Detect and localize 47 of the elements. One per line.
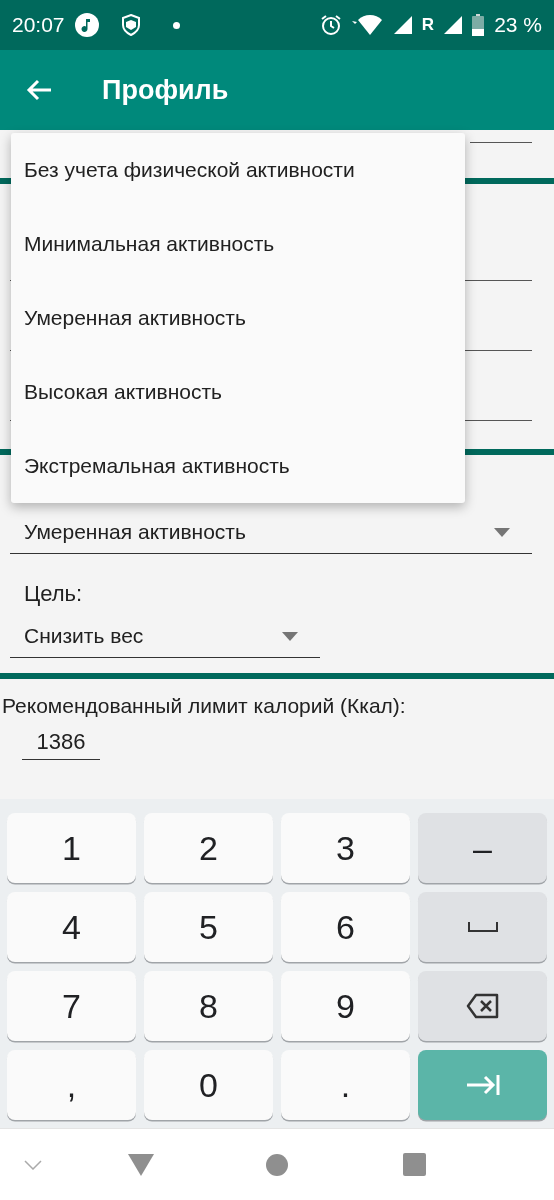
back-triangle-icon[interactable] [128,1153,154,1176]
backspace-key[interactable] [418,971,547,1041]
keyboard-key[interactable]: , [7,1050,136,1120]
keyboard-key[interactable]: 3 [281,813,410,883]
menu-item[interactable]: Минимальная активность [11,207,465,281]
keyboard-key[interactable]: 4 [7,892,136,962]
keyboard-key[interactable]: 9 [281,971,410,1041]
wifi-icon [351,14,384,36]
screen-title: Профиль [102,74,229,106]
menu-item[interactable]: Высокая активность [11,355,465,429]
keyboard-key[interactable]: 0 [144,1050,273,1120]
shield-icon [120,14,141,36]
keyboard-key[interactable]: 8 [144,971,273,1041]
roaming-indicator: R [421,15,435,35]
battery-icon [472,14,485,36]
activity-dropdown[interactable]: Умеренная активность [10,511,532,554]
calorie-value-field[interactable]: 1386 [22,724,100,760]
recents-square-icon[interactable] [402,1153,426,1176]
keyboard-key[interactable]: . [281,1050,410,1120]
dropdown-arrow-icon [494,527,510,537]
space-icon [467,922,498,932]
keyboard-key[interactable]: 1 [7,813,136,883]
music-note-icon [74,13,99,37]
backspace-icon [465,993,500,1019]
keyboard-key[interactable]: – [418,813,547,883]
battery-percentage: 23 % [494,13,542,37]
next-key[interactable] [418,1050,547,1120]
status-time: 20:07 [12,13,65,37]
notification-dot-icon [172,21,180,29]
menu-item[interactable]: Без учета физической активности [11,133,465,207]
signal-icon [393,16,412,34]
home-circle-icon[interactable] [266,1153,288,1176]
keyboard-key[interactable]: 7 [7,971,136,1041]
goal-label: Цель: [24,581,84,607]
menu-item[interactable]: Экстремальная активность [11,429,465,503]
signal-icon [444,16,463,34]
keyboard-key[interactable]: 2 [144,813,273,883]
tab-forward-icon [465,1074,500,1096]
goal-dropdown[interactable]: Снизить вес [10,615,320,658]
keyboard-key[interactable]: 5 [144,892,273,962]
alarm-icon [319,14,342,36]
chevron-down-icon[interactable] [24,1159,42,1170]
menu-item[interactable]: Умеренная активность [11,281,465,355]
back-arrow-icon[interactable] [26,79,52,101]
dropdown-arrow-icon [282,631,298,641]
calorie-limit-label: Рекомендованный лимит калорий (Ккал): [2,694,407,718]
keyboard-key[interactable]: 6 [281,892,410,962]
